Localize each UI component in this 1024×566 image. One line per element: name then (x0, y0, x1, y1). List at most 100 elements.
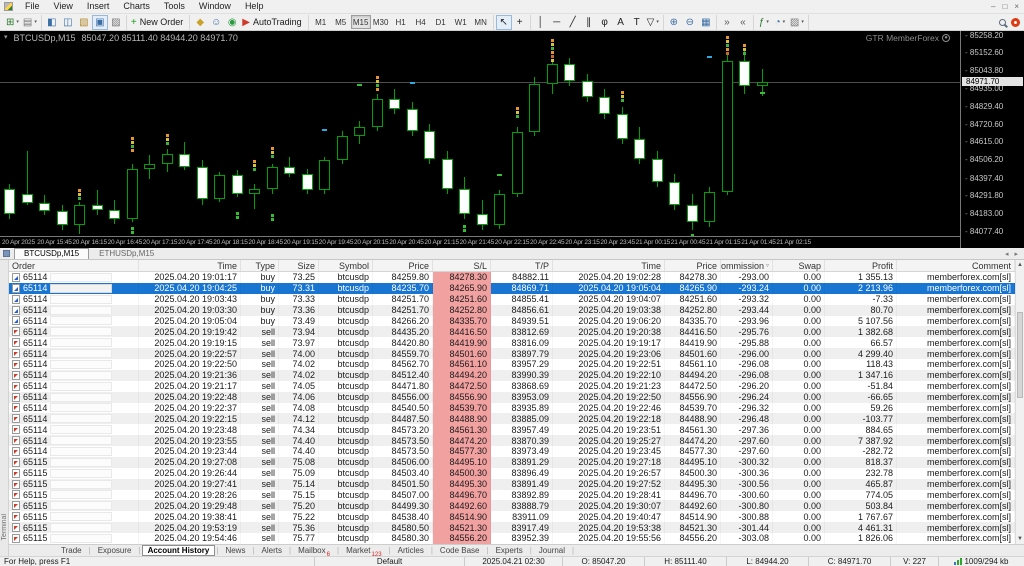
column-header-sl[interactable]: S/L (433, 260, 491, 271)
history-row[interactable]: 651142025.04.20 19:22:37sell74.08btcusdp… (9, 403, 1015, 414)
crosshair-button[interactable]: + (512, 15, 528, 30)
zoom-out-button[interactable]: ⊖ (682, 15, 698, 30)
history-row[interactable]: 651142025.04.20 19:19:42sell73.94btcusdp… (9, 326, 1015, 337)
timeframe-m15-button[interactable]: M15 (351, 15, 371, 29)
timeframe-m1-button[interactable]: M1 (311, 15, 331, 29)
tab-experts[interactable]: Experts (490, 545, 529, 556)
auto-scroll-button[interactable]: » (719, 15, 735, 30)
history-row[interactable]: 651152025.04.20 19:26:44sell75.09btcusdp… (9, 468, 1015, 479)
indicators-button[interactable]: ƒ▾ (756, 15, 772, 30)
zoom-in-button[interactable]: ⊕ (666, 15, 682, 30)
fibonacci-button[interactable]: φ (597, 15, 613, 30)
webterminal-button[interactable]: ◉ (224, 15, 240, 30)
vertical-line-button[interactable]: │ (533, 15, 549, 30)
autotrading-button[interactable]: ▶AutoTrading (240, 15, 305, 30)
templates-button[interactable]: ▨▾ (788, 15, 806, 30)
tab-next-arrow-icon[interactable]: ▸ (1014, 250, 1018, 258)
column-header-time[interactable]: Time (139, 260, 241, 271)
menu-insert[interactable]: Insert (80, 0, 117, 13)
notification-icon[interactable] (1011, 18, 1020, 27)
history-row[interactable]: 651142025.04.20 19:22:50sell74.02btcusdp… (9, 359, 1015, 370)
history-row[interactable]: 651142025.04.20 19:22:48sell74.06btcusdp… (9, 392, 1015, 403)
history-row[interactable]: 651142025.04.20 19:03:30buy73.36btcusdp8… (9, 305, 1015, 316)
horizontal-line-button[interactable]: ─ (549, 15, 565, 30)
menu-view[interactable]: View (47, 0, 80, 13)
status-profile[interactable]: Default (314, 557, 464, 566)
terminal-button[interactable]: ▣ (92, 15, 108, 30)
history-row[interactable]: 651152025.04.20 19:27:41sell75.14btcusdp… (9, 479, 1015, 490)
history-row[interactable]: 651142025.04.20 19:05:04buy73.49btcusdp8… (9, 316, 1015, 327)
history-row[interactable]: 651152025.04.20 19:27:08sell75.08btcusdp… (9, 457, 1015, 468)
vertical-scrollbar[interactable]: ▲ ▼ (1015, 260, 1024, 544)
history-row[interactable]: 651142025.04.20 19:19:15sell73.97btcusdp… (9, 337, 1015, 348)
trendline-button[interactable]: ╱ (565, 15, 581, 30)
tab-alerts[interactable]: Alerts (256, 545, 288, 556)
periods-button[interactable]: ◔▾ (772, 15, 788, 30)
tab-prev-arrow-icon[interactable]: ◂ (1005, 250, 1009, 258)
tab-exposure[interactable]: Exposure (92, 545, 138, 556)
price-axis[interactable]: 84971.70 85258.2085152.6085043.8084935.0… (960, 31, 1024, 248)
new-chart-button[interactable]: ⊞▾ (4, 15, 21, 30)
history-row[interactable]: 651142025.04.20 19:22:15sell74.12btcusdp… (9, 413, 1015, 424)
scroll-up-arrow-icon[interactable]: ▲ (1016, 261, 1024, 269)
history-row[interactable]: 651152025.04.20 19:53:19sell75.36btcusdp… (9, 522, 1015, 533)
tab-market[interactable]: Market123 (340, 545, 387, 556)
column-header-type[interactable]: Type (241, 260, 279, 271)
timeframe-m5-button[interactable]: M5 (331, 15, 351, 29)
history-row[interactable]: 651142025.04.20 19:23:44sell74.40btcusdp… (9, 446, 1015, 457)
tab-journal[interactable]: Journal (533, 545, 571, 556)
column-header-size[interactable]: Size (279, 260, 319, 271)
tile-windows-button[interactable]: ▦ (698, 15, 714, 30)
close-button[interactable]: × (1014, 2, 1019, 11)
arrows-button[interactable]: ▽▾ (645, 15, 661, 30)
history-row[interactable]: 651152025.04.20 19:28:26sell75.15btcusdp… (9, 490, 1015, 501)
menu-window[interactable]: Window (192, 0, 238, 13)
metaeditor-button[interactable]: ◆ (192, 15, 208, 30)
timeframe-d1-button[interactable]: D1 (431, 15, 451, 29)
scroll-down-arrow-icon[interactable]: ▼ (1016, 535, 1024, 543)
tab-mailbox[interactable]: Mailbox6 (292, 545, 336, 556)
channel-button[interactable]: ∥ (581, 15, 597, 30)
timeframe-m30-button[interactable]: M30 (371, 15, 391, 29)
strategy-tester-button[interactable]: ▨ (108, 15, 124, 30)
chart-tab-ethusdp[interactable]: ETHUSDp,M15 (89, 248, 164, 259)
new-order-button[interactable]: +New Order (129, 15, 187, 30)
history-row[interactable]: 651152025.04.20 19:38:41sell75.22btcusdp… (9, 511, 1015, 522)
tab-code-base[interactable]: Code Base (434, 545, 486, 556)
community-button[interactable]: ☺ (208, 15, 224, 30)
minimize-button[interactable]: – (991, 2, 995, 11)
chart-shift-button[interactable]: « (735, 15, 751, 30)
time-axis[interactable]: 20 Apr 202520 Apr 15:4520 Apr 16:1520 Ap… (0, 236, 960, 248)
column-header-price[interactable]: Price (373, 260, 433, 271)
history-row[interactable]: 651142025.04.20 19:21:36sell74.02btcusdp… (9, 370, 1015, 381)
chart-window[interactable]: ▾ BTCUSDp,M15 85047.20 85111.40 84944.20… (0, 31, 1024, 248)
navigator-button[interactable]: ▧ (76, 15, 92, 30)
menu-tools[interactable]: Tools (157, 0, 192, 13)
history-row[interactable]: 651142025.04.20 19:01:17buy73.25btcusdp8… (9, 272, 1015, 283)
history-row[interactable]: 651142025.04.20 19:03:43buy73.33btcusdp8… (9, 294, 1015, 305)
column-header-comment[interactable]: Comment (897, 260, 1015, 271)
menu-charts[interactable]: Charts (116, 0, 157, 13)
history-row[interactable]: 651142025.04.20 19:22:57sell74.00btcusdp… (9, 348, 1015, 359)
column-header-tp[interactable]: T/P (491, 260, 553, 271)
tab-account-history[interactable]: Account History (142, 545, 216, 556)
column-header-time[interactable]: Time (553, 260, 665, 271)
terminal-side-strip[interactable]: Terminal (0, 260, 9, 556)
history-row[interactable]: 651142025.04.20 19:04:25buy73.31btcusdp8… (9, 283, 1015, 294)
column-header-symbol[interactable]: Symbol (319, 260, 373, 271)
text-button[interactable]: A (613, 15, 629, 30)
timeframe-h4-button[interactable]: H4 (411, 15, 431, 29)
label-button[interactable]: T (629, 15, 645, 30)
history-row[interactable]: 651142025.04.20 19:21:17sell74.05btcusdp… (9, 381, 1015, 392)
tab-news[interactable]: News (219, 545, 251, 556)
timeframe-mn-button[interactable]: MN (471, 15, 491, 29)
chart-tab-btcusdp[interactable]: BTCUSDp,M15 (14, 248, 89, 259)
history-row[interactable]: 651142025.04.20 19:23:55sell74.40btcusdp… (9, 435, 1015, 446)
history-row[interactable]: 651152025.04.20 19:54:46sell75.77btcusdp… (9, 533, 1015, 544)
menu-help[interactable]: Help (238, 0, 271, 13)
column-header-profit[interactable]: Profit (825, 260, 897, 271)
tab-trade[interactable]: Trade (55, 545, 88, 556)
timeframe-w1-button[interactable]: W1 (451, 15, 471, 29)
column-header-swap[interactable]: Swap (773, 260, 825, 271)
search-icon[interactable] (999, 19, 1006, 26)
